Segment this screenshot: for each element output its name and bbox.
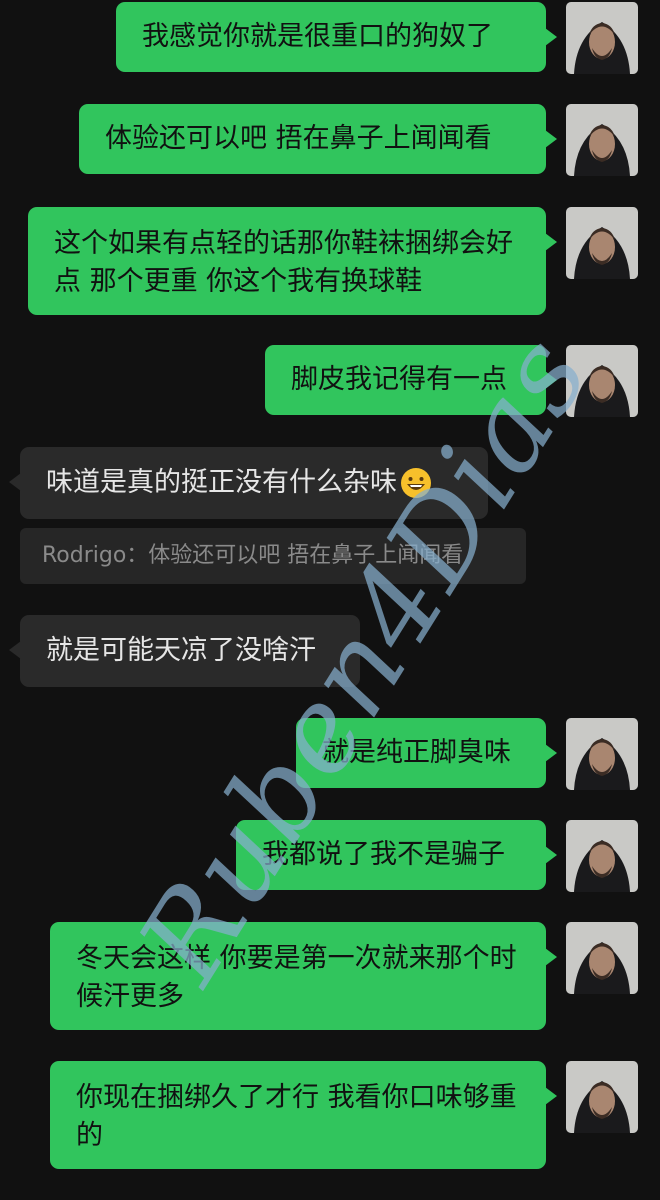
avatar[interactable]: [566, 104, 638, 176]
avatar[interactable]: [566, 718, 638, 790]
avatar[interactable]: [566, 207, 638, 279]
message-bubble-outgoing[interactable]: 脚皮我记得有一点: [265, 345, 557, 415]
message-bubble-outgoing[interactable]: 就是纯正脚臭味: [296, 718, 557, 788]
message-text: 你现在捆绑久了才行 我看你口味够重的: [76, 1082, 517, 1151]
message-text: 这个如果有点轻的话那你鞋袜捆绑会好点 那个更重 你这个我有换球鞋: [54, 228, 513, 297]
message-bubble-incoming[interactable]: 味道是真的挺正没有什么杂味: [9, 447, 488, 519]
avatar[interactable]: [566, 922, 638, 994]
avatar[interactable]: [566, 1061, 638, 1133]
message-bubble-outgoing[interactable]: 体验还可以吧 捂在鼻子上闻闻看: [79, 104, 557, 174]
message-bubble-outgoing[interactable]: 我感觉你就是很重口的狗奴了: [116, 2, 557, 72]
message-bubble-outgoing[interactable]: 这个如果有点轻的话那你鞋袜捆绑会好点 那个更重 你这个我有换球鞋: [28, 207, 557, 315]
grinning-face-icon: [399, 466, 433, 500]
message-text: 我感觉你就是很重口的狗奴了: [142, 21, 493, 52]
message-bubble-outgoing[interactable]: 冬天会这样 你要是第一次就来那个时候汗更多: [50, 922, 557, 1030]
message-text: 味道是真的挺正没有什么杂味: [46, 467, 397, 498]
avatar[interactable]: [566, 345, 638, 417]
avatar[interactable]: [566, 2, 638, 74]
message-text: 冬天会这样 你要是第一次就来那个时候汗更多: [76, 943, 517, 1012]
message-bubble-outgoing[interactable]: 我都说了我不是骗子: [236, 820, 557, 890]
avatar[interactable]: [566, 820, 638, 892]
message-text: 我都说了我不是骗子: [262, 839, 505, 870]
chat-area: 我感觉你就是很重口的狗奴了 体验还可以吧 捂在鼻子上闻闻看 这个如果有点轻的话那…: [0, 0, 660, 1200]
message-text: 就是纯正脚臭味: [322, 737, 511, 768]
message-text: 就是可能天凉了没啥汗: [46, 635, 316, 666]
quoted-message[interactable]: Rodrigo：体验还可以吧 捂在鼻子上闻闻看: [20, 528, 526, 584]
message-bubble-incoming[interactable]: 就是可能天凉了没啥汗: [9, 615, 360, 687]
message-text: 体验还可以吧 捂在鼻子上闻闻看: [105, 123, 492, 154]
quote-text: Rodrigo：体验还可以吧 捂在鼻子上闻闻看: [42, 543, 464, 568]
message-bubble-outgoing[interactable]: 你现在捆绑久了才行 我看你口味够重的: [50, 1061, 557, 1169]
message-text: 脚皮我记得有一点: [291, 364, 507, 395]
